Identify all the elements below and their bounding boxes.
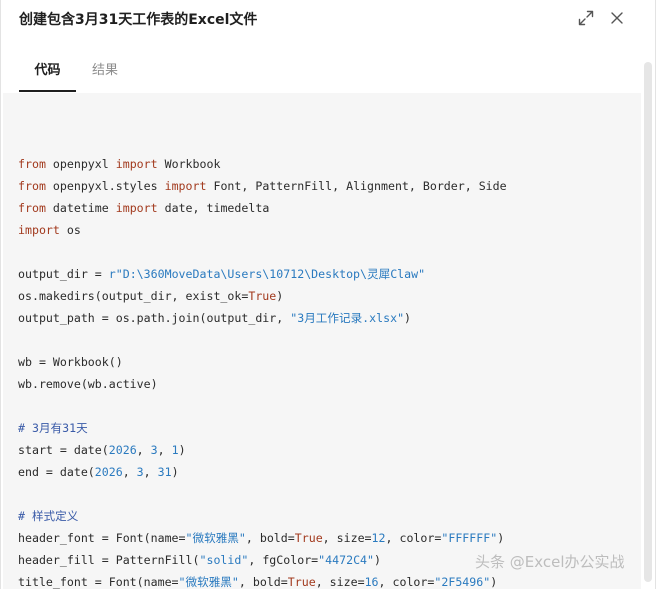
code-token: 3	[136, 465, 144, 479]
code-token: r"D:\360MoveData\Users\10712\Desktop\灵犀C…	[108, 267, 426, 281]
code-token: 3	[150, 443, 158, 457]
code-line: # 3月有31天	[18, 421, 88, 435]
code-token: # 样式定义	[18, 509, 79, 523]
code-token: header_font = Font(name=	[18, 531, 186, 545]
code-line: start = date(2026, 3, 1)	[18, 443, 186, 457]
code-token: , color=	[378, 575, 435, 589]
code-token: header_fill = PatternFill(	[18, 553, 200, 567]
code-token: end = date(	[18, 465, 95, 479]
code-token: 16	[364, 575, 379, 589]
code-token: Font, PatternFill, Alignment, Border, Si…	[206, 179, 507, 193]
code-token: 2026	[94, 465, 123, 479]
expand-button[interactable]	[576, 8, 596, 28]
code-token: )	[374, 553, 381, 567]
code-token: "微软雅黑"	[178, 575, 239, 589]
code-token: 2026	[108, 443, 137, 457]
code-line: output_path = os.path.join(output_dir, "…	[18, 311, 411, 325]
code-token: output_dir =	[18, 267, 109, 281]
code-token: os	[59, 223, 81, 237]
code-token: )	[497, 531, 505, 545]
code-token: from	[18, 179, 46, 193]
code-token: 1	[171, 443, 179, 457]
code-line: from openpyxl import Workbook	[18, 157, 220, 171]
code-line: from openpyxl.styles import Font, Patter…	[18, 179, 507, 193]
expand-icon	[578, 10, 594, 26]
code-line: output_dir = r"D:\360MoveData\Users\1071…	[18, 267, 425, 281]
code-token: True	[287, 575, 316, 589]
code-block[interactable]: from openpyxl import Workbook from openp…	[3, 93, 641, 589]
code-token: from	[18, 157, 46, 171]
code-token: import	[115, 157, 158, 171]
code-token: # 3月有31天	[18, 421, 88, 435]
code-token: import	[115, 201, 158, 215]
code-token: ,	[136, 443, 151, 457]
code-token: )	[490, 575, 498, 589]
code-line: title_font = Font(name="微软雅黑", bold=True…	[18, 575, 497, 589]
close-button[interactable]	[607, 8, 627, 28]
code-token: "2F5496"	[434, 575, 491, 589]
code-line: header_font = Font(name="微软雅黑", bold=Tru…	[18, 531, 504, 545]
code-token: wb = Workbook()	[18, 355, 123, 369]
code-line: from datetime import date, timedelta	[18, 201, 269, 215]
code-token: , color=	[385, 531, 442, 545]
code-token: start = date(	[18, 443, 109, 457]
code-token: output_path = os.path.join(output_dir,	[18, 311, 291, 325]
code-token: import	[164, 179, 207, 193]
code-token: "solid"	[199, 553, 249, 567]
code-token: , size=	[322, 531, 372, 545]
code-token: , bold=	[245, 531, 295, 545]
code-token: 12	[371, 531, 386, 545]
code-token: , fgColor=	[248, 553, 319, 567]
code-token: title_font = Font(name=	[18, 575, 179, 589]
code-line: wb.remove(wb.active)	[18, 377, 158, 391]
code-token: , bold=	[238, 575, 288, 589]
code-token: , size=	[315, 575, 365, 589]
code-token: )	[171, 465, 179, 479]
code-line: header_fill = PatternFill("solid", fgCol…	[18, 553, 381, 567]
code-token: date, timedelta	[157, 201, 270, 215]
code-token: openpyxl.styles	[45, 179, 165, 193]
close-icon	[611, 12, 623, 24]
code-token: )	[178, 443, 186, 457]
code-token: wb.remove(wb.active)	[18, 377, 158, 391]
tab-result[interactable]: 结果	[92, 52, 118, 90]
code-token: ,	[122, 465, 137, 479]
code-token: from	[18, 201, 46, 215]
dialog-title: 创建包含3月31天工作表的Excel文件	[19, 12, 258, 28]
code-token: True	[248, 289, 277, 303]
code-token: import	[18, 223, 60, 237]
code-line: # 样式定义	[18, 509, 78, 523]
code-line: os.makedirs(output_dir, exist_ok=True)	[18, 289, 283, 303]
code-line: wb = Workbook()	[18, 355, 123, 369]
code-token: ,	[143, 465, 158, 479]
code-result-dialog: 创建包含3月31天工作表的Excel文件 代码 结果 from openpyxl…	[0, 0, 656, 589]
code-token: Workbook	[157, 157, 221, 171]
code-token: os.makedirs(output_dir, exist_ok=	[18, 289, 249, 303]
watermark: 头条 @Excel办公实战	[475, 553, 625, 571]
code-token: "3月工作记录.xlsx"	[290, 311, 405, 325]
tab-code[interactable]: 代码	[19, 52, 76, 92]
code-token: datetime	[45, 201, 116, 215]
code-token: )	[404, 311, 412, 325]
code-token: openpyxl	[45, 157, 116, 171]
code-token: "微软雅黑"	[185, 531, 246, 545]
code-token: True	[294, 531, 323, 545]
code-text: from openpyxl import Workbook from openp…	[18, 131, 507, 589]
code-token: 31	[157, 465, 172, 479]
code-line: end = date(2026, 3, 31)	[18, 465, 179, 479]
code-token: ,	[157, 443, 172, 457]
title-bar: 创建包含3月31天工作表的Excel文件	[1, 0, 655, 36]
vertical-scrollbar[interactable]	[644, 62, 652, 582]
code-token: "FFFFFF"	[441, 531, 498, 545]
code-token: "4472C4"	[318, 553, 375, 567]
code-token: )	[276, 289, 284, 303]
code-line: import os	[18, 223, 81, 237]
